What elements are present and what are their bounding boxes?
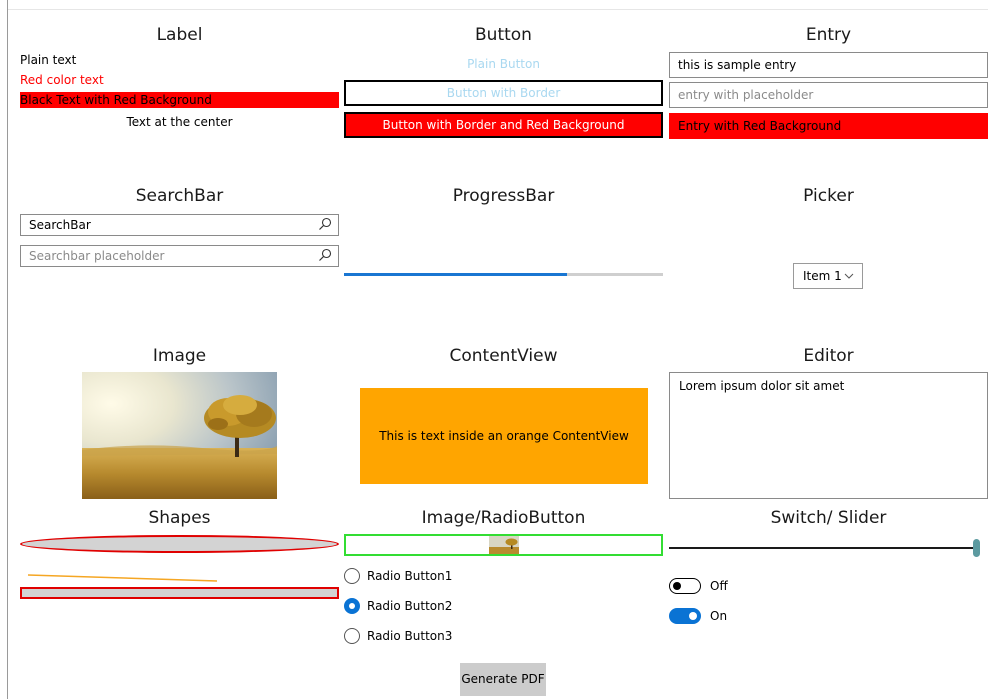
section-title-contentview: ContentView	[449, 346, 558, 366]
section-title-entry: Entry	[805, 25, 852, 45]
line-shape	[27, 574, 218, 582]
tree-thumbnail-image	[489, 536, 519, 554]
section-title-button: Button	[475, 25, 532, 45]
radio-circle[interactable]	[344, 568, 360, 584]
generate-pdf-button[interactable]: Generate PDF	[460, 663, 546, 696]
toggle-knob	[689, 612, 697, 620]
image-radio-button[interactable]	[344, 534, 663, 556]
label-plain-text: Plain text	[20, 53, 77, 67]
section-title-picker: Picker	[803, 186, 854, 206]
editor-text: Lorem ipsum dolor sit amet	[679, 379, 845, 393]
section-title-image-radiobutton: Image/RadioButton	[421, 508, 586, 528]
radio-circle[interactable]	[344, 598, 360, 614]
plain-button[interactable]: Plain Button	[344, 56, 663, 72]
radio-label: Radio Button3	[367, 629, 453, 643]
placeholder-entry[interactable]: entry with placeholder	[669, 82, 988, 108]
label-red-background: Black Text with Red Background	[20, 92, 339, 108]
section-title-searchbar: SearchBar	[135, 186, 224, 206]
progress-bar-fill	[344, 273, 568, 276]
radio-button-3[interactable]: Radio Button3	[344, 627, 452, 645]
picker-selected-value: Item 1	[803, 269, 842, 283]
slider-thumb[interactable]	[973, 539, 980, 557]
orange-content-view: This is text inside an orange ContentVie…	[360, 388, 648, 484]
toggle-knob	[673, 582, 681, 590]
window-top-edge	[8, 9, 988, 10]
radio-label: Radio Button1	[367, 569, 453, 583]
toggle-switch[interactable]	[669, 578, 701, 594]
section-title-progressbar: ProgressBar	[452, 186, 555, 206]
chevron-down-icon	[844, 273, 854, 279]
red-entry[interactable]: Entry with Red Background	[669, 113, 988, 139]
searchbar-filled[interactable]: SearchBar	[20, 214, 339, 236]
editor-textarea[interactable]: Lorem ipsum dolor sit amet	[669, 372, 988, 499]
sample-entry[interactable]: this is sample entry	[669, 52, 988, 78]
search-icon[interactable]	[318, 248, 332, 262]
ellipse-shape	[20, 535, 339, 553]
radio-label: Radio Button2	[367, 599, 453, 613]
radio-button-1[interactable]: Radio Button1	[344, 567, 452, 585]
searchbar-value: SearchBar	[29, 218, 91, 232]
section-title-image: Image	[152, 346, 207, 366]
radio-circle[interactable]	[344, 628, 360, 644]
switch-off[interactable]: Off	[669, 578, 728, 594]
radio-button-2[interactable]: Radio Button2	[344, 597, 452, 615]
content-view-text: This is text inside an orange ContentVie…	[379, 429, 629, 443]
switch-on[interactable]: On	[669, 608, 727, 624]
tree-field-image	[82, 372, 277, 499]
rectangle-shape	[20, 587, 339, 599]
label-red-text: Red color text	[20, 73, 104, 87]
section-title-label: Label	[156, 25, 203, 45]
item-picker[interactable]: Item 1	[793, 263, 863, 289]
bordered-red-button[interactable]: Button with Border and Red Background	[344, 112, 663, 138]
app-window: Label Button Entry Plain text Red color …	[0, 0, 988, 699]
search-icon[interactable]	[318, 217, 332, 231]
switch-label: On	[710, 609, 728, 623]
window-left-edge	[7, 0, 8, 699]
searchbar-placeholder[interactable]: Searchbar placeholder	[20, 245, 339, 267]
slider-track[interactable]	[669, 547, 980, 549]
section-title-shapes: Shapes	[148, 508, 211, 528]
section-title-switch-slider: Switch/ Slider	[770, 508, 887, 528]
searchbar-placeholder-text: Searchbar placeholder	[29, 249, 165, 263]
switch-label: Off	[710, 579, 728, 593]
label-centered: Text at the center	[126, 115, 233, 129]
progress-bar	[344, 273, 663, 276]
bordered-button[interactable]: Button with Border	[344, 80, 663, 106]
section-title-editor: Editor	[803, 346, 854, 366]
toggle-switch[interactable]	[669, 608, 701, 624]
